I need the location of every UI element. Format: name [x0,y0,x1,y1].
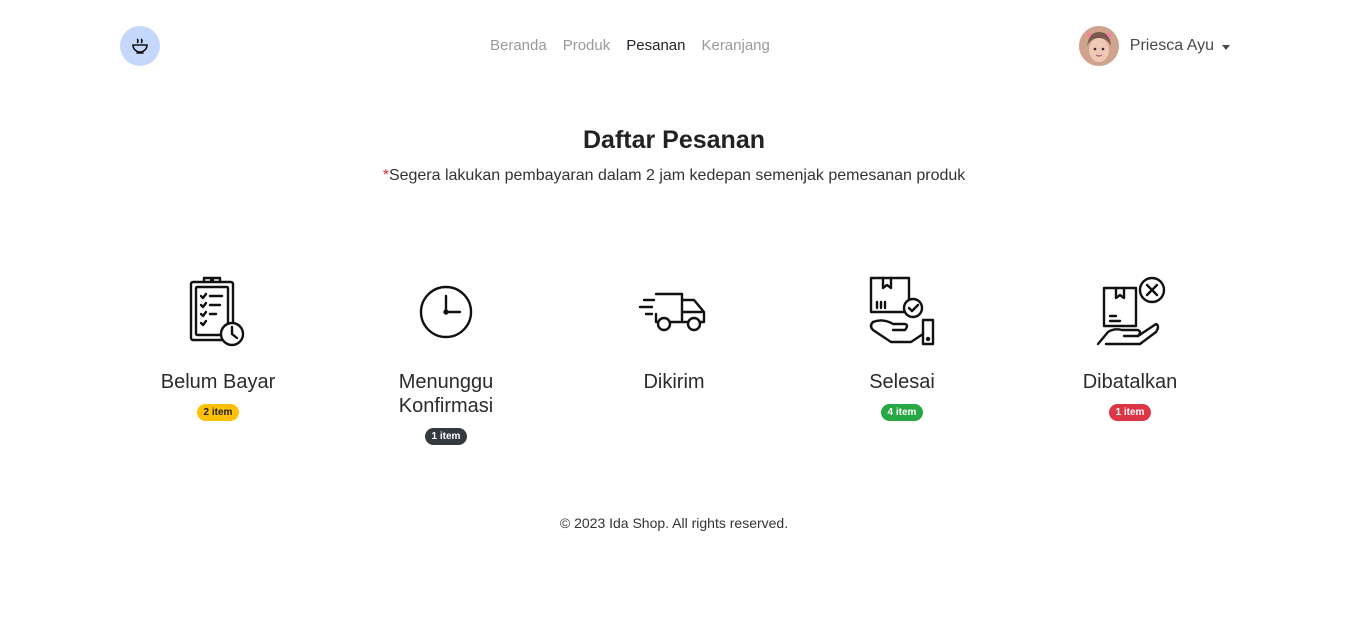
clock-icon [406,272,486,352]
status-label: Selesai [869,371,935,393]
box-hand-check-icon [862,272,942,352]
status-label: Dibatalkan [1082,371,1178,393]
nav-produk[interactable]: Produk [563,37,611,54]
main-nav: Beranda Produk Pesanan Keranjang [490,37,770,54]
status-label: Belum Bayar [160,371,276,393]
payment-notice: *Segera lakukan pembayaran dalam 2 jam k… [0,167,1348,185]
notice-text: Segera lakukan pembayaran dalam 2 jam ke… [388,167,966,184]
user-name: Priesca Ayu [1129,37,1214,54]
order-status-list: Belum Bayar 2 item Menunggu Konfirmasi 1… [104,272,1244,445]
logo-bowl-icon[interactable] [120,26,160,66]
status-badge: 1 item [424,428,468,445]
chevron-down-icon [1222,44,1230,50]
status-dikirim[interactable]: Dikirim [560,272,788,445]
status-label: Dikirim [643,371,705,393]
status-badge: 2 item [196,404,240,421]
nav-beranda[interactable]: Beranda [490,37,547,54]
user-menu[interactable]: Priesca Ayu [1078,26,1230,66]
page-title: Daftar Pesanan [582,126,766,154]
status-dibatalkan[interactable]: Dibatalkan 1 item [1016,272,1244,445]
status-menunggu-konfirmasi[interactable]: Menunggu Konfirmasi 1 item [332,272,560,445]
status-belum-bayar[interactable]: Belum Bayar 2 item [104,272,332,445]
clipboard-clock-icon [178,272,258,352]
box-hand-cancel-icon [1090,272,1170,352]
nav-pesanan[interactable]: Pesanan [626,37,685,54]
avatar [1078,26,1119,66]
status-badge: 1 item [1108,404,1152,421]
status-label: Menunggu Konfirmasi [398,371,494,417]
delivery-truck-icon [634,272,714,352]
status-badge: 4 item [880,404,924,421]
footer-copyright: © 2023 Ida Shop. All rights reserved. [559,515,789,531]
nav-keranjang[interactable]: Keranjang [701,37,769,54]
status-selesai[interactable]: Selesai 4 item [788,272,1016,445]
navbar: Beranda Produk Pesanan Keranjang Priesca… [0,0,1348,92]
